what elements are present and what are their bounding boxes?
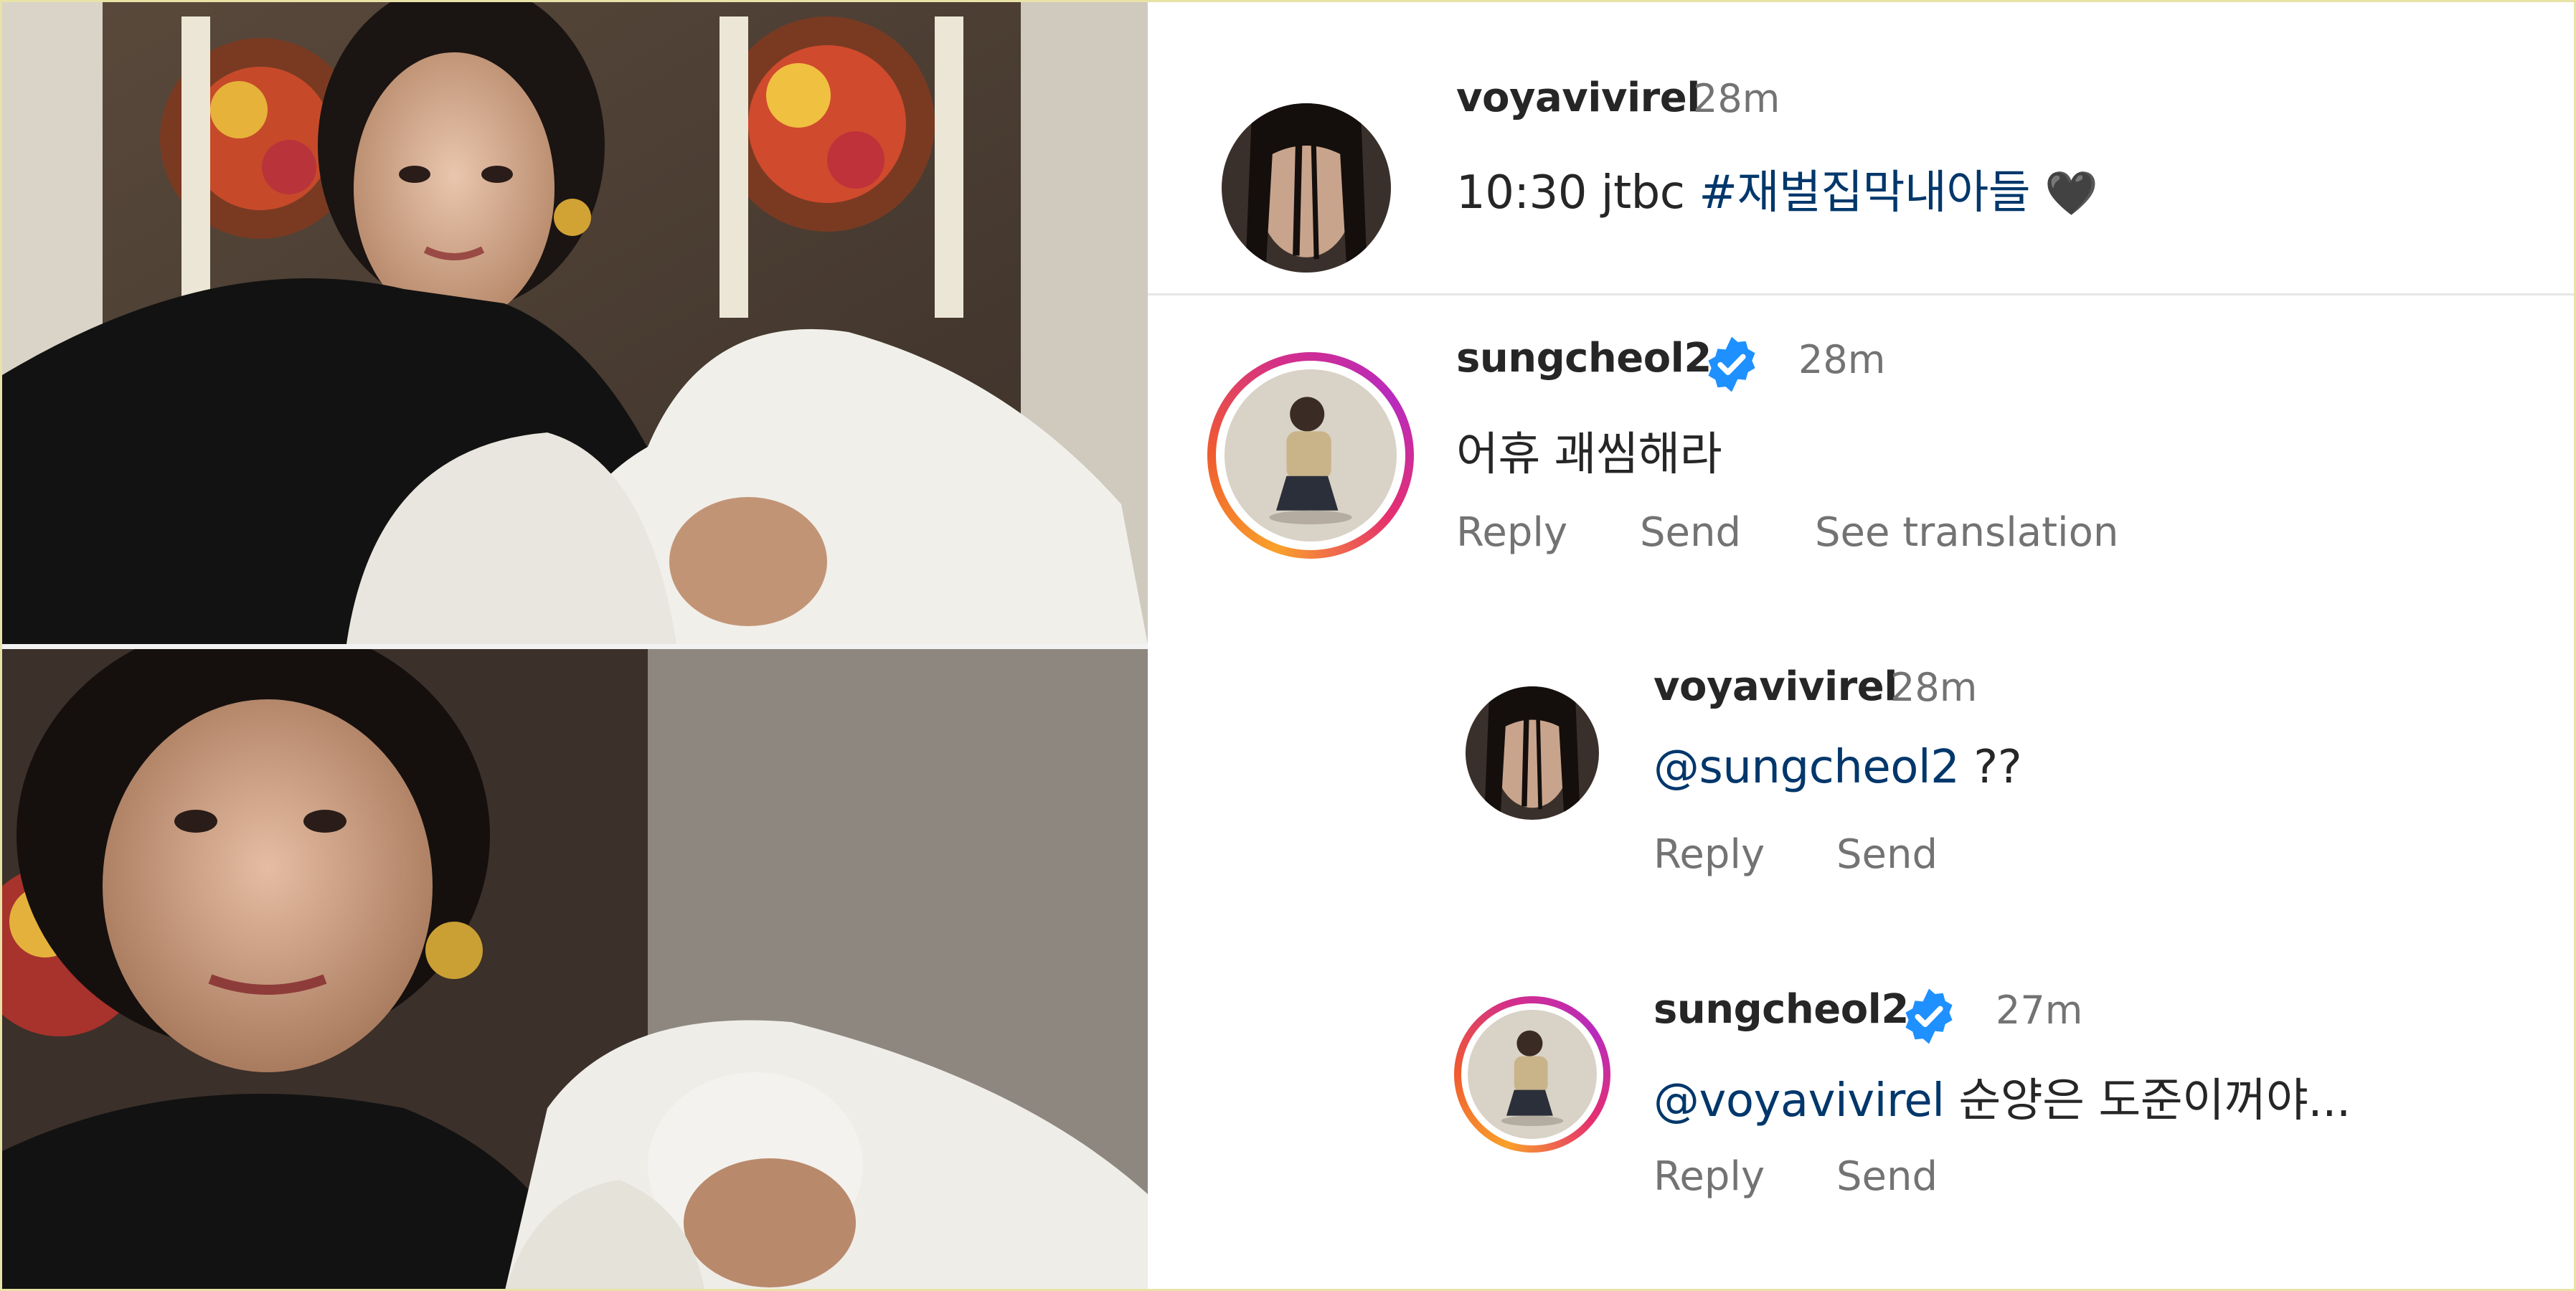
post-caption: voyavivirel 28m 10:30 jtbc #재벌집막내아들 🖤: [1148, 2, 2574, 293]
verified-badge-icon: [1702, 334, 1762, 394]
post-caption-text: 10:30 jtbc #재벌집막내아들 🖤: [1456, 156, 2098, 222]
see-translation-button[interactable]: See translation: [1815, 509, 2118, 556]
reply-username[interactable]: sungcheol2: [1653, 986, 1909, 1033]
reply-body: ??: [1959, 741, 2022, 794]
reply-button[interactable]: Reply: [1653, 1153, 1765, 1200]
send-button[interactable]: Send: [1640, 509, 1741, 556]
story-ring[interactable]: [1207, 352, 1414, 559]
screenshot-frame: voyavivirel 28m 10:30 jtbc #재벌집막내아들 🖤 su…: [0, 0, 2576, 1291]
avatar: [1225, 369, 1397, 542]
reply-username[interactable]: voyavivirel: [1653, 663, 1897, 710]
avatar[interactable]: [1222, 103, 1391, 273]
caption-text: 10:30 jtbc: [1456, 166, 1699, 219]
avatar: [1468, 1010, 1597, 1139]
comments-panel: voyavivirel 28m 10:30 jtbc #재벌집막내아들 🖤 su…: [1148, 2, 2574, 1289]
story-ring[interactable]: [1454, 996, 1610, 1153]
photo-top: [2, 2, 1148, 644]
comment-timestamp: 28m: [1798, 337, 1886, 382]
mention-link[interactable]: @sungcheol2: [1653, 741, 1960, 794]
reply-button[interactable]: Reply: [1653, 831, 1765, 878]
reply-text: @voyavivirel 순양은 도준이꺼야...: [1653, 1064, 2351, 1130]
avatar[interactable]: [1466, 686, 1599, 820]
reply-timestamp: 28m: [1890, 665, 1978, 710]
comment-username[interactable]: sungcheol2: [1456, 335, 1712, 382]
hashtag-link[interactable]: #재벌집막내아들: [1699, 166, 2030, 219]
black-heart-icon: 🖤: [2044, 169, 2098, 219]
reply-body: 순양은 도준이꺼야...: [1944, 1074, 2351, 1127]
comment-text: 어휴 괘씸해라: [1456, 428, 1722, 481]
photo-separator: [2, 644, 1148, 649]
comment-item: sungcheol2 28m 어휴 괘씸해라 Reply Send See tr…: [1148, 295, 2574, 582]
send-button[interactable]: Send: [1836, 1153, 1938, 1200]
post-timestamp: 28m: [1693, 76, 1780, 121]
reply-button[interactable]: Reply: [1456, 509, 1567, 556]
reply-timestamp: 27m: [1996, 988, 2083, 1033]
post-username[interactable]: voyavivirel: [1456, 75, 1700, 121]
reply-item: sungcheol2 27m @voyavivirel 순양은 도준이꺼야...…: [1148, 970, 2574, 1257]
mention-link[interactable]: @voyavivirel: [1653, 1074, 1945, 1127]
verified-badge-icon: [1899, 986, 1959, 1046]
reply-text: @sungcheol2 ??: [1653, 741, 2022, 794]
photo-bottom: [2, 649, 1148, 1289]
reply-item: voyavivirel 28m @sungcheol2 ?? Reply Sen…: [1148, 648, 2574, 920]
send-button[interactable]: Send: [1836, 831, 1938, 878]
